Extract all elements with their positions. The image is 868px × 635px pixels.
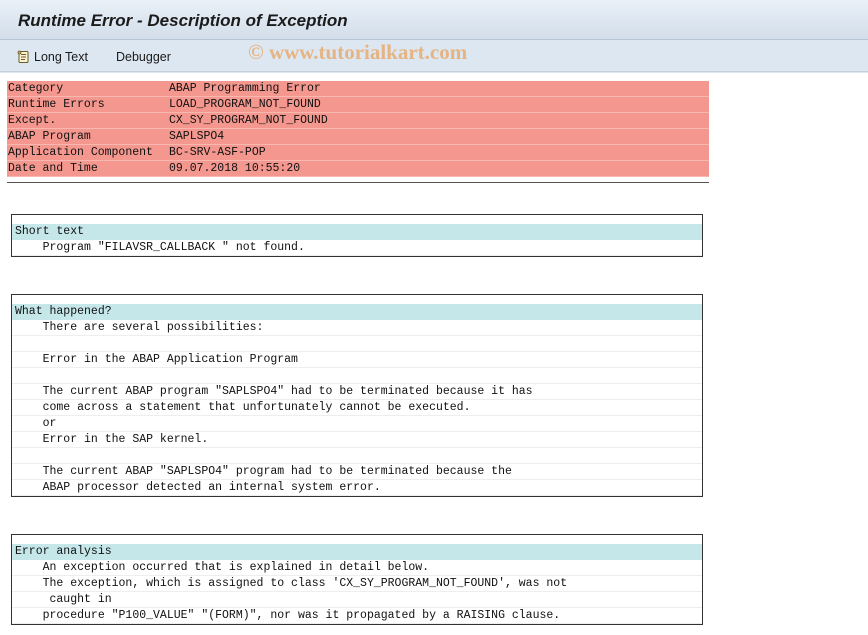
section-line: The current ABAP program "SAPLSPO4" had … [12,384,702,400]
header-row: ABAP Program SAPLSPO4 [7,129,709,145]
header-value: LOAD_PROGRAM_NOT_FOUND [169,98,321,111]
section-line: come across a statement that unfortunate… [12,400,702,416]
header-key: ABAP Program [8,130,91,143]
debugger-button[interactable]: Debugger [116,48,171,66]
section-heading: What happened? [12,304,702,320]
header-key: Date and Time [8,162,98,175]
section-heading: Error analysis [12,544,702,560]
section-line: caught in [12,592,702,608]
section-line: There are several possibilities: [12,320,702,336]
header-row: Except. CX_SY_PROGRAM_NOT_FOUND [7,113,709,129]
section-error-analysis: Error analysis An exception occurred tha… [11,534,703,625]
header-key: Application Component [8,146,153,159]
scroll-document-icon [17,50,31,64]
header-value: ABAP Programming Error [169,82,321,95]
section-line: Error in the SAP kernel. [12,432,702,448]
section-line: procedure "P100_VALUE" "(FORM)", nor was… [12,608,702,624]
header-value: SAPLSPO4 [169,130,225,143]
header-row: Application Component BC-SRV-ASF-POP [7,145,709,161]
section-heading: Short text [12,224,702,240]
section-line: or [12,416,702,432]
header-value: CX_SY_PROGRAM_NOT_FOUND [169,114,328,127]
section-line [12,336,702,352]
watermark: © www.tutorialkart.com [248,40,468,64]
header-value: BC-SRV-ASF-POP [169,146,266,159]
section-what-happened: What happened? There are several possibi… [11,294,703,497]
header-key: Category [8,82,64,95]
section-line: The current ABAP "SAPLSPO4" program had … [12,464,702,480]
debugger-label: Debugger [116,50,171,64]
error-content: Category ABAP Programming Error Runtime Er… [0,73,868,635]
section-line [12,368,702,384]
long-text-label: Long Text [34,50,88,64]
section-short-text: Short text Program "FILAVSR_CALLBACK " n… [11,214,703,257]
header-row: Category ABAP Programming Error [7,81,709,97]
header-key: Runtime Errors [8,98,105,111]
section-line: Error in the ABAP Application Program [12,352,702,368]
error-header-table: Category ABAP Programming Error Runtime Er… [7,81,709,177]
section-line: ABAP processor detected an internal syst… [12,480,702,496]
header-row: Date and Time 09.07.2018 10:55:20 [7,161,709,177]
long-text-button[interactable]: Long Text [17,48,88,66]
header-divider [7,182,709,183]
section-line [12,448,702,464]
section-line: Program "FILAVSR_CALLBACK " not found. [12,240,702,256]
header-row: Runtime Errors LOAD_PROGRAM_NOT_FOUND [7,97,709,113]
title-bar: Runtime Error - Description of Exception [0,0,868,40]
header-value: 09.07.2018 10:55:20 [169,162,301,175]
window-title: Runtime Error - Description of Exception [18,11,348,30]
header-key: Except. [8,114,57,127]
section-line: An exception occurred that is explained … [12,560,702,576]
section-line: The exception, which is assigned to clas… [12,576,702,592]
